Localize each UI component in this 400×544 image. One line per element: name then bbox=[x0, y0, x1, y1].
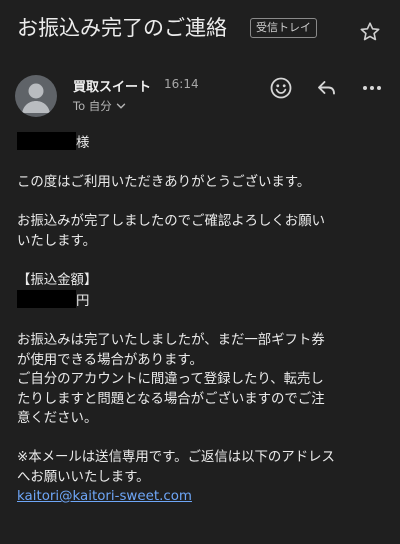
send-only-notice: ※本メールは送信専用です。ご返信は以下のアドレス へお願いいたします。 bbox=[17, 450, 335, 485]
avatar-icon[interactable] bbox=[15, 75, 57, 117]
amount-heading: 【振込金額】 bbox=[17, 272, 98, 288]
contact-email-link[interactable]: kaitori@kaitori-sweet.com bbox=[17, 489, 192, 504]
star-icon[interactable] bbox=[358, 20, 382, 44]
email-subject: お振込み完了のご連絡 bbox=[17, 16, 227, 40]
salutation-line: 様 bbox=[17, 132, 389, 154]
more-options-icon[interactable] bbox=[359, 75, 385, 101]
email-header: お振込み完了のご連絡 受信トレイ bbox=[0, 0, 400, 60]
recipient-toggle[interactable]: To 自分 bbox=[73, 98, 126, 114]
sender-row: 買取スイート 16:14 To 自分 bbox=[0, 70, 400, 122]
notice-paragraph: お振込みは完了いたしましたが、まだ一部ギフト券 が使用できる場合があります。 ご… bbox=[17, 333, 325, 426]
redacted-amount bbox=[17, 290, 76, 308]
redacted-name bbox=[17, 132, 76, 150]
sender-name[interactable]: 買取スイート bbox=[73, 76, 151, 95]
email-body: 様 この度はご利用いただきありがとうございます。 お振込みが完了しましたのでご確… bbox=[17, 132, 389, 507]
chevron-down-icon bbox=[116, 101, 126, 111]
amount-line: 円 bbox=[17, 290, 389, 312]
emoji-reaction-icon[interactable] bbox=[268, 75, 294, 101]
sent-time: 16:14 bbox=[164, 77, 199, 91]
reply-icon[interactable] bbox=[314, 75, 340, 101]
greeting-paragraph: この度はご利用いただきありがとうございます。 bbox=[17, 175, 311, 190]
amount-suffix: 円 bbox=[76, 294, 90, 309]
inbox-label-chip[interactable]: 受信トレイ bbox=[250, 18, 317, 38]
salutation-suffix: 様 bbox=[76, 136, 90, 151]
transfer-complete-paragraph: お振込みが完了しましたのでご確認よろしくお願い いたします。 bbox=[17, 214, 325, 249]
recipient-label: To 自分 bbox=[73, 99, 112, 113]
